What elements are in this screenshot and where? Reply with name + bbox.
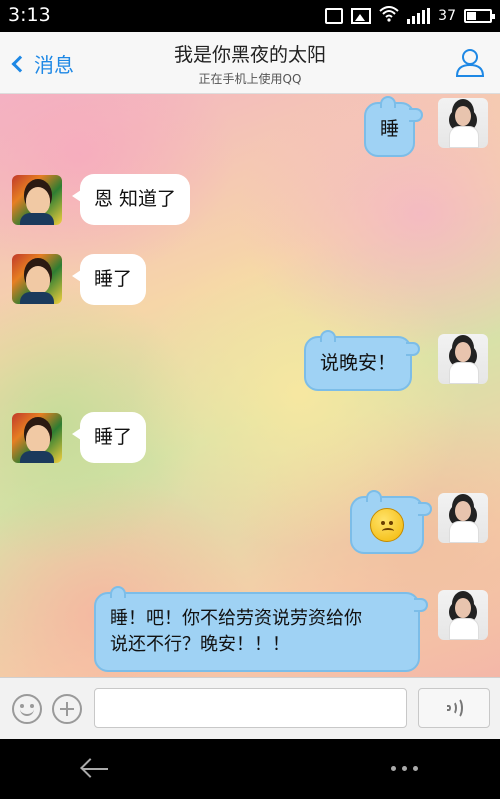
chat-title-group: 我是你黑夜的太阳 正在手机上使用QQ	[120, 40, 380, 87]
voice-wave	[451, 697, 463, 719]
system-nav-bar	[0, 739, 500, 799]
battery-text: 37	[438, 8, 456, 24]
message-text: 恩 知道了	[94, 188, 177, 210]
contact-avatar[interactable]	[12, 413, 62, 463]
plus-icon[interactable]	[52, 694, 82, 724]
message-bubble-outgoing[interactable]: 睡	[364, 96, 424, 157]
signal-icon	[407, 8, 431, 24]
message-text: 睡了	[94, 426, 133, 448]
message-text: 说晚安！	[320, 352, 397, 374]
smiley-icon[interactable]	[12, 694, 42, 724]
wifi-icon	[379, 6, 399, 26]
input-bar	[0, 677, 500, 739]
message-bubble-outgoing[interactable]: 说晚安！	[304, 330, 421, 391]
sad-face-emoji-icon	[370, 508, 404, 542]
message-bubble-incoming[interactable]: 睡了	[71, 254, 147, 305]
message-bubble-outgoing[interactable]	[350, 490, 432, 554]
image-icon	[351, 8, 372, 24]
status-time: 3:13	[8, 4, 51, 26]
message-text-line: 睡！吧！你不给劳资说劳资给你	[110, 608, 362, 629]
message-text: 睡	[380, 118, 400, 140]
voice-button[interactable]	[418, 688, 490, 728]
chat-header: 消息 我是你黑夜的太阳 正在手机上使用QQ	[0, 32, 500, 94]
chat-title: 我是你黑夜的太阳	[173, 44, 326, 66]
message-input[interactable]	[94, 688, 407, 728]
my-avatar[interactable]	[438, 493, 488, 543]
profile-button[interactable]	[454, 46, 486, 78]
user-icon	[455, 49, 485, 77]
chevron-left-icon	[11, 55, 29, 72]
my-avatar[interactable]	[438, 98, 488, 148]
my-avatar[interactable]	[438, 334, 488, 384]
message-text: 睡了	[94, 268, 133, 290]
my-avatar[interactable]	[438, 590, 488, 640]
message-bubble-incoming[interactable]: 睡了	[71, 412, 147, 463]
contact-avatar[interactable]	[12, 254, 62, 304]
message-bubble-incoming[interactable]: 恩 知道了	[71, 174, 191, 225]
battery-level-fill	[467, 12, 476, 20]
message-bubble-outgoing[interactable]: 睡！吧！你不给劳资说劳资给你 说还不行？晚安！！！	[94, 586, 428, 672]
back-label: 消息	[34, 53, 74, 77]
back-button[interactable]: 消息	[10, 49, 74, 78]
message-text-line: 说还不行？晚安！！！	[110, 634, 290, 655]
chat-area[interactable]: 睡 恩 知道了 睡了 说晚安！ 睡了 睡！吧！你不给劳资说劳资给你 说还不行？晚…	[0, 94, 500, 677]
status-icons: 37	[325, 6, 495, 26]
contact-avatar[interactable]	[12, 175, 62, 225]
battery-icon	[464, 9, 495, 23]
notification-icon	[325, 8, 344, 24]
system-back-icon[interactable]	[80, 757, 110, 781]
chat-subtitle: 正在手机上使用QQ	[198, 72, 302, 86]
system-menu-icon[interactable]	[390, 766, 420, 772]
status-bar: 3:13 37	[0, 0, 500, 32]
